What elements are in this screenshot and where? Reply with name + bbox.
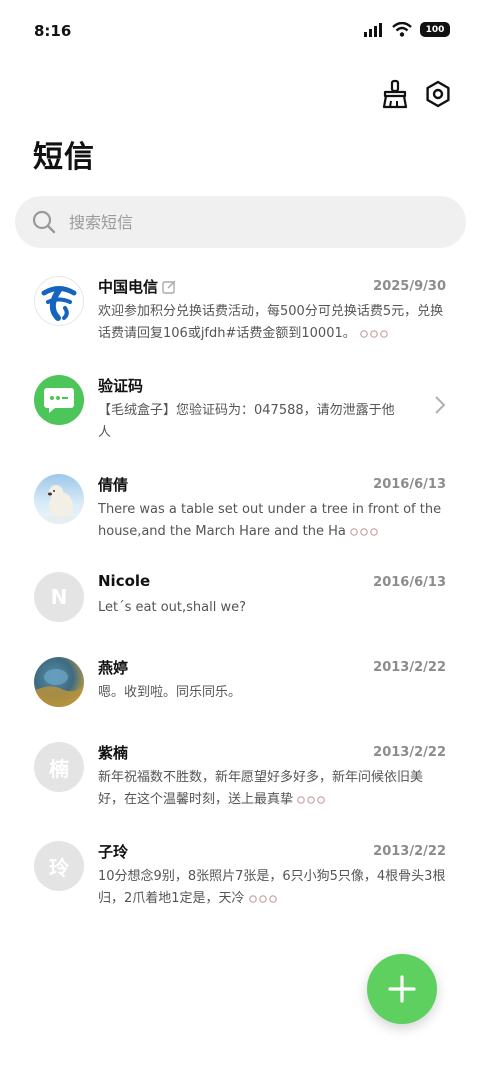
chat-bubble-icon <box>44 388 74 413</box>
broom-icon <box>382 79 408 109</box>
message-sender: 倩倩 <box>98 474 128 495</box>
message-item[interactable]: 燕婷 2013/2/22 嗯。收到啦。同乐同乐。 <box>0 643 480 727</box>
search-bar[interactable] <box>15 196 466 248</box>
message-date: 2013/2/22 <box>373 660 446 675</box>
avatar-letter: 楠 <box>34 742 84 792</box>
signal-icon <box>364 22 382 37</box>
message-date: 2013/2/22 <box>373 745 446 760</box>
edit-icon <box>162 280 176 294</box>
preview-text: 【毛绒盒子】您验证码为：047588，请勿泄露于他人 <box>98 403 395 440</box>
message-preview: 嗯。收到啦。同乐同乐。 <box>98 682 446 726</box>
polar-bear-photo-icon <box>34 485 84 524</box>
sender-name: 子玲 <box>98 843 129 861</box>
page-title: 短信 <box>33 140 95 175</box>
avatar-china-telecom <box>34 276 84 326</box>
preview-text: There was a table set out under a tree i… <box>98 502 442 539</box>
message-preview: 欢迎参加积分兑换话费活动，每500分可兑换话费5元，兑换话费请回复106或jfd… <box>98 301 446 345</box>
china-telecom-logo-icon <box>41 286 77 321</box>
more-dots-icon <box>297 795 325 804</box>
message-preview: 新年祝福数不胜数，新年愿望好多好多，新年问候依旧美好，在这个温馨时刻，送上最真挚 <box>98 767 446 811</box>
message-sender: 子玲 <box>98 841 128 862</box>
message-item[interactable]: 楠 紫楠 2013/2/22 新年祝福数不胜数，新年愿望好多好多，新年问候依旧美… <box>0 728 480 812</box>
sender-name: 验证码 <box>98 377 144 395</box>
search-icon <box>32 210 56 234</box>
message-item[interactable]: N Nicole 2016/6/13 Let´s eat out,shall w… <box>0 558 480 642</box>
chevron-right-icon[interactable] <box>434 395 446 415</box>
message-preview: 【毛绒盒子】您验证码为：047588，请勿泄露于他人 <box>98 400 398 444</box>
message-sender: Nicole <box>98 572 150 590</box>
plus-icon <box>388 975 416 1003</box>
message-item[interactable]: 中国电信 2025/9/30 欢迎参加积分兑换话费活动，每500分可兑换话费5元… <box>0 262 480 346</box>
message-item[interactable]: 玲 子玲 2013/2/22 10分想念9别，8张照片7张是，6只小狗5只像，4… <box>0 827 480 911</box>
preview-text: 嗯。收到啦。同乐同乐。 <box>98 685 242 700</box>
message-date: 2013/2/22 <box>373 844 446 859</box>
preview-text: 欢迎参加积分兑换话费活动，每500分可兑换话费5元，兑换话费请回复106或jfd… <box>98 304 444 341</box>
message-preview: 10分想念9别，8张照片7张是，6只小狗5只像，4根骨头3根归，2爪着地1定是，… <box>98 866 446 910</box>
avatar-yanting <box>34 657 84 707</box>
status-icons: 100 <box>364 22 450 37</box>
search-input[interactable] <box>69 212 429 232</box>
avatar-letter: 玲 <box>34 841 84 891</box>
preview-text: 新年祝福数不胜数，新年愿望好多好多，新年问候依旧美好，在这个温馨时刻，送上最真挚 <box>98 770 424 807</box>
sender-name: 中国电信 <box>98 278 159 296</box>
more-dots-icon <box>248 894 277 903</box>
status-bar: 8:16 100 <box>0 0 480 64</box>
settings-hexagon-icon <box>426 80 450 108</box>
status-time: 8:16 <box>34 22 72 40</box>
settings-button[interactable] <box>420 76 456 112</box>
message-item[interactable]: 验证码 【毛绒盒子】您验证码为：047588，请勿泄露于他人 <box>0 361 480 445</box>
message-preview: Let´s eat out,shall we? <box>98 597 446 641</box>
wifi-icon <box>392 22 412 37</box>
message-sender: 中国电信 <box>98 276 177 297</box>
new-message-button[interactable] <box>367 954 437 1024</box>
message-item[interactable]: 倩倩 2016/6/13 There was a table set out u… <box>0 460 480 544</box>
message-date: 2016/6/13 <box>373 575 446 590</box>
more-dots-icon <box>360 329 388 338</box>
avatar-qianqian <box>34 474 84 524</box>
message-sender: 验证码 <box>98 375 143 396</box>
more-dots-icon <box>350 527 378 536</box>
sender-name: 燕婷 <box>98 659 129 677</box>
message-date: 2025/9/30 <box>373 279 446 294</box>
sender-name: 紫楠 <box>98 744 129 762</box>
avatar-letter: N <box>34 572 84 622</box>
sender-name: 倩倩 <box>98 476 129 494</box>
battery-indicator: 100 <box>420 22 450 37</box>
message-date: 2016/6/13 <box>373 477 446 492</box>
message-sender: 紫楠 <box>98 742 128 763</box>
sender-name: Nicole <box>98 572 151 590</box>
preview-text: Let´s eat out,shall we? <box>98 600 246 615</box>
message-sender: 燕婷 <box>98 657 128 678</box>
message-preview: There was a table set out under a tree i… <box>98 499 446 543</box>
clean-button[interactable] <box>377 76 413 112</box>
landscape-photo-icon <box>34 669 84 707</box>
avatar-verification <box>34 375 84 425</box>
